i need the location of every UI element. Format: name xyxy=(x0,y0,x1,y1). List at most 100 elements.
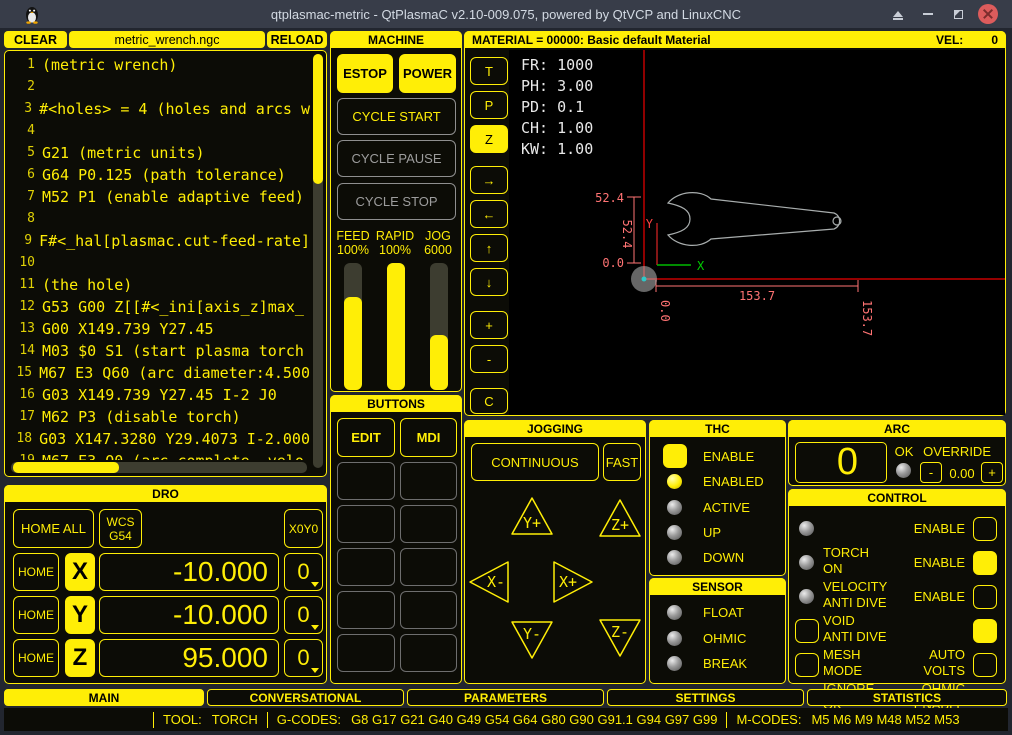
custom-button-slot[interactable] xyxy=(337,591,395,629)
cycle-stop-button[interactable]: CYCLE STOP xyxy=(337,183,456,220)
sensor-panel-header: SENSOR xyxy=(649,578,786,595)
home-y-button[interactable]: HOME xyxy=(13,596,59,634)
jog-z-plus-button[interactable]: Z+ xyxy=(597,497,643,539)
zoom-in-button[interactable]: + xyxy=(470,311,508,339)
gcode-text-area[interactable]: 1(metric wrench) 2 3#<holes> = 4 (holes … xyxy=(9,54,310,460)
arc-ok-label: OK xyxy=(891,444,917,459)
tab-parameters[interactable]: PARAMETERS xyxy=(407,689,604,706)
qtplasmac-window: qtplasmac-metric - QtPlasmaC v2.10-009.0… xyxy=(0,0,1012,735)
maximize-window-button[interactable] xyxy=(948,4,968,24)
axis-z-button[interactable]: Z xyxy=(65,639,95,677)
preview-top-view-button[interactable]: T xyxy=(470,57,508,85)
ohmic-sensor-label: OHMIC xyxy=(703,631,746,646)
custom-button-slot[interactable] xyxy=(337,505,395,543)
clear-file-button[interactable]: CLEAR xyxy=(4,31,67,48)
estop-button[interactable]: ESTOP xyxy=(337,54,393,93)
custom-button-slot[interactable] xyxy=(337,462,395,500)
override-minus-button[interactable]: - xyxy=(920,462,942,483)
mdi-button[interactable]: MDI xyxy=(400,418,457,457)
window-titlebar: qtplasmac-metric - QtPlasmaC v2.10-009.0… xyxy=(0,0,1012,28)
feed-override-slider[interactable] xyxy=(344,263,362,390)
override-plus-button[interactable]: + xyxy=(981,462,1003,483)
jog-x-minus-button[interactable]: X- xyxy=(467,559,511,605)
jog-x-plus-button[interactable]: X+ xyxy=(551,559,595,605)
custom-button-slot[interactable] xyxy=(400,462,457,500)
vertical-scrollbar-thumb[interactable] xyxy=(313,54,323,184)
gcode-line: 16G03 X149.739 Y27.45 I-2 J0 xyxy=(9,384,310,406)
jogging-panel-header: JOGGING xyxy=(464,420,646,437)
jog-y-minus-button[interactable]: Y- xyxy=(509,619,555,661)
shade-window-button[interactable] xyxy=(888,4,908,24)
clear-plot-button[interactable]: C xyxy=(470,388,508,414)
edit-button[interactable]: EDIT xyxy=(337,418,395,457)
custom-button-slot[interactable] xyxy=(400,634,457,672)
machine-panel-header: MACHINE xyxy=(330,31,462,48)
torch-enable-checkbox[interactable] xyxy=(973,517,997,541)
velocity-enable-checkbox[interactable] xyxy=(973,551,997,575)
home-z-button[interactable]: HOME xyxy=(13,639,59,677)
x-axis-label: X xyxy=(697,259,705,273)
control-panel: CONTROL TORCHON ENABLE VELOCITYANTI DIVE… xyxy=(788,489,1006,684)
jog-fast-button[interactable]: FAST xyxy=(603,443,641,481)
jog-continuous-button[interactable]: CONTINUOUS xyxy=(471,443,599,481)
pan-down-button[interactable]: ↓ xyxy=(470,268,508,296)
tab-main[interactable]: MAIN xyxy=(4,689,204,706)
cycle-start-button[interactable]: CYCLE START xyxy=(337,98,456,135)
reload-file-button[interactable]: RELOAD xyxy=(267,31,327,48)
home-all-button[interactable]: HOME ALL xyxy=(13,509,94,548)
zero-x-dropdown[interactable]: 0 xyxy=(284,553,323,591)
zoom-out-button[interactable]: - xyxy=(470,345,508,373)
rapid-slider-fill xyxy=(387,263,405,390)
custom-button-slot[interactable] xyxy=(400,548,457,586)
axis-y-button[interactable]: Y xyxy=(65,596,95,634)
void-enable-checkbox[interactable] xyxy=(973,585,997,609)
tab-settings[interactable]: SETTINGS xyxy=(607,689,804,706)
preview-perspective-button[interactable]: P xyxy=(470,91,508,119)
power-button[interactable]: POWER xyxy=(399,54,456,93)
thc-panel-header: THC xyxy=(649,420,786,437)
minimize-window-button[interactable] xyxy=(918,4,938,24)
tab-statistics[interactable]: STATISTICS xyxy=(807,689,1007,706)
dim-y-min: 0.0 xyxy=(602,256,624,270)
x0y0-button[interactable]: X0Y0 xyxy=(284,509,323,548)
ignore-arc-ok-checkbox[interactable] xyxy=(795,653,819,677)
home-x-button[interactable]: HOME xyxy=(13,553,59,591)
svg-text:Y+: Y+ xyxy=(523,514,541,532)
ohmic-enable-checkbox[interactable] xyxy=(973,653,997,677)
thc-enabled-led xyxy=(667,474,682,489)
jog-y-plus-button[interactable]: Y+ xyxy=(509,495,555,537)
preview-z-view-button[interactable]: Z xyxy=(470,125,508,153)
jog-z-minus-button[interactable]: Z- xyxy=(597,617,643,659)
vertical-scrollbar[interactable] xyxy=(313,54,323,468)
custom-button-slot[interactable] xyxy=(400,505,457,543)
gcode-preview-canvas[interactable]: FR: 1000 PH: 3.00 PD: 0.1 CH: 1.00 KW: 1… xyxy=(509,50,1005,415)
dro-y-value: -10.000 xyxy=(99,596,279,634)
horizontal-scrollbar[interactable] xyxy=(11,462,307,473)
zero-z-dropdown[interactable]: 0 xyxy=(284,639,323,677)
cycle-pause-button[interactable]: CYCLE PAUSE xyxy=(337,140,456,177)
svg-text:Y-: Y- xyxy=(523,625,541,643)
auto-volts-checkbox[interactable] xyxy=(973,619,997,643)
pan-left-button[interactable]: ← xyxy=(470,200,508,228)
gcode-editor[interactable]: 1(metric wrench) 2 3#<holes> = 4 (holes … xyxy=(4,50,327,477)
close-window-button[interactable] xyxy=(978,4,998,24)
custom-button-slot[interactable] xyxy=(337,548,395,586)
jog-speed-slider[interactable] xyxy=(430,263,448,390)
horizontal-scrollbar-thumb[interactable] xyxy=(13,462,119,473)
tab-conversational[interactable]: CONVERSATIONAL xyxy=(207,689,404,706)
axis-x-button[interactable]: X xyxy=(65,553,95,591)
wcs-g54-button[interactable]: WCSG54 xyxy=(99,509,142,548)
preview-plot: 52.4 52.4 0.0 153.7 0.0 153.7 Y X xyxy=(509,50,1005,415)
float-sensor-led xyxy=(667,605,682,620)
mesh-mode-checkbox[interactable] xyxy=(795,619,819,643)
status-bar: TOOL: TORCH G-CODES: G8 G17 G21 G40 G49 … xyxy=(4,708,1008,731)
custom-button-slot[interactable] xyxy=(400,591,457,629)
gcode-line: 18G03 X147.3280 Y29.4073 I-2.000 xyxy=(9,428,310,450)
custom-button-slot[interactable] xyxy=(337,634,395,672)
pan-right-button[interactable]: → xyxy=(470,166,508,194)
thc-enable-checkbox[interactable] xyxy=(663,444,687,468)
pan-up-button[interactable]: ↑ xyxy=(470,234,508,262)
rapid-override-slider[interactable] xyxy=(387,263,405,390)
thc-active-label: ACTIVE xyxy=(703,500,750,515)
zero-y-dropdown[interactable]: 0 xyxy=(284,596,323,634)
